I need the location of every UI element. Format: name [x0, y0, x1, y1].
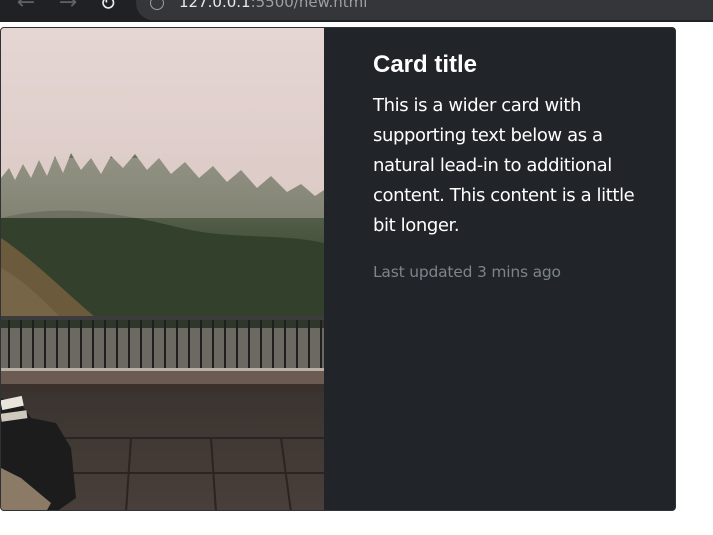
forest-photo	[1, 28, 324, 510]
card-body: Card title This is a wider card with sup…	[373, 50, 653, 282]
reload-icon[interactable]: ↻	[96, 0, 120, 15]
card-title: Card title	[373, 51, 478, 78]
forward-arrow-icon[interactable]: →	[56, 0, 80, 15]
browser-toolbar: ← → ↻ 127.0.0.1:5500/new.html	[0, 0, 713, 22]
card: Card title This is a wider card with sup…	[0, 27, 676, 511]
last-updated-text: Last updated 3 mins ago	[373, 263, 561, 281]
site-info-icon[interactable]	[150, 0, 164, 10]
url-path: :5500/new.html	[250, 0, 368, 11]
card-image	[1, 28, 324, 510]
url-text: 127.0.0.1:5500/new.html	[179, 0, 367, 11]
address-bar[interactable]: 127.0.0.1:5500/new.html	[136, 0, 713, 20]
card-text: This is a wider card with supporting tex…	[373, 95, 635, 236]
back-arrow-icon[interactable]: ←	[14, 0, 38, 15]
url-host: 127.0.0.1	[179, 0, 251, 11]
